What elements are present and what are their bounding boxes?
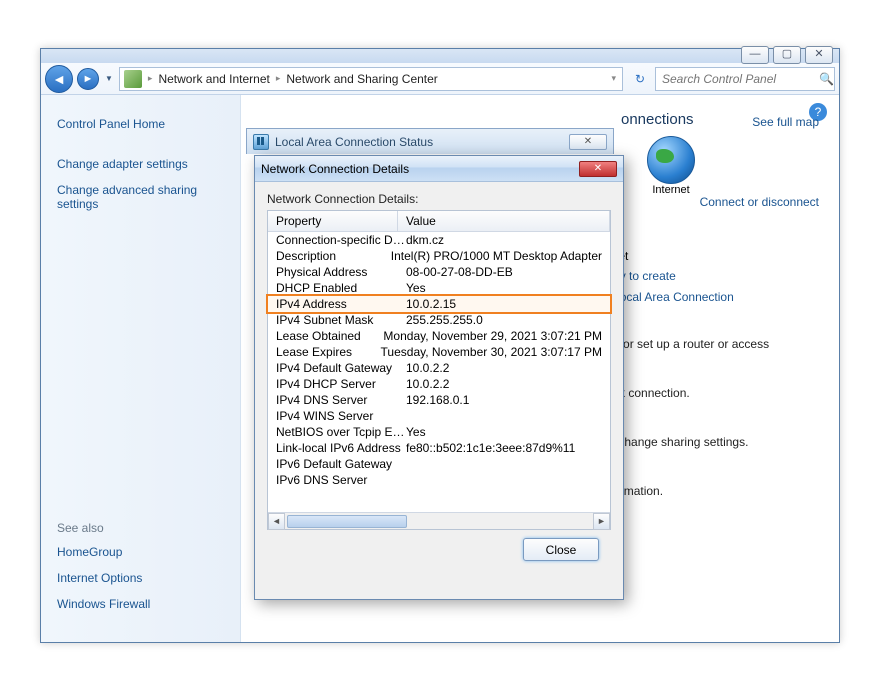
maximize-button[interactable]: [773, 46, 801, 64]
back-button[interactable]: ◄: [45, 65, 73, 93]
sidebar: Control Panel Home Change adapter settin…: [41, 95, 241, 642]
breadcrumb-item[interactable]: Network and Sharing Center: [282, 72, 441, 86]
horizontal-scrollbar[interactable]: ◄ ►: [268, 512, 610, 529]
internet-label: Internet: [647, 184, 695, 196]
breadcrumb-dropdown-icon[interactable]: ▾: [609, 73, 618, 84]
property-value: Yes: [406, 425, 602, 439]
control-panel-home-link[interactable]: Control Panel Home: [57, 111, 240, 137]
property-row[interactable]: Link-local IPv6 Addressfe80::b502:1c1e:3…: [268, 440, 610, 456]
chevron-right-icon: ▸: [146, 73, 155, 84]
property-row[interactable]: NetBIOS over Tcpip En...Yes: [268, 424, 610, 440]
property-row[interactable]: Connection-specific DN...dkm.cz: [268, 232, 610, 248]
internet-options-link[interactable]: Internet Options: [57, 565, 240, 591]
scroll-thumb[interactable]: [287, 515, 407, 528]
close-window-button[interactable]: [805, 46, 833, 64]
property-name: IPv4 DHCP Server: [276, 377, 406, 391]
property-name: IPv4 Subnet Mask: [276, 313, 406, 327]
property-name: DHCP Enabled: [276, 281, 406, 295]
property-name: Lease Obtained: [276, 329, 383, 343]
property-name: Lease Expires: [276, 345, 381, 359]
property-row[interactable]: Physical Address08-00-27-08-DD-EB: [268, 264, 610, 280]
property-name: IPv4 WINS Server: [276, 409, 406, 423]
property-value: [406, 457, 602, 471]
search-box[interactable]: 🔍: [655, 67, 835, 91]
property-row[interactable]: DescriptionIntel(R) PRO/1000 MT Desktop …: [268, 248, 610, 264]
property-grid-header: Property Value: [268, 211, 610, 232]
nav-history-dropdown[interactable]: ▼: [103, 74, 115, 83]
property-value: 10.0.2.2: [406, 377, 602, 391]
details-dialog: Network Connection Details ✕ Network Con…: [254, 155, 624, 600]
property-row[interactable]: IPv6 Default Gateway: [268, 456, 610, 472]
details-dialog-title: Network Connection Details: [261, 162, 579, 176]
details-dialog-close-x[interactable]: ✕: [579, 161, 617, 177]
property-name: Connection-specific DN...: [276, 233, 406, 247]
chevron-right-icon: ▸: [274, 73, 283, 84]
connection-icon: [253, 134, 269, 150]
windows-firewall-link[interactable]: Windows Firewall: [57, 591, 240, 617]
column-header-value[interactable]: Value: [398, 211, 610, 231]
property-value: Yes: [406, 281, 602, 295]
property-row[interactable]: DHCP EnabledYes: [268, 280, 610, 296]
scroll-right-button[interactable]: ►: [593, 513, 610, 530]
property-row[interactable]: IPv4 DHCP Server10.0.2.2: [268, 376, 610, 392]
column-header-property[interactable]: Property: [268, 211, 398, 231]
forward-button[interactable]: ►: [77, 68, 99, 90]
search-icon[interactable]: 🔍: [819, 72, 834, 86]
property-name: IPv6 DNS Server: [276, 473, 406, 487]
property-name: IPv4 DNS Server: [276, 393, 406, 407]
property-name: IPv6 Default Gateway: [276, 457, 406, 471]
status-dialog-close-button[interactable]: ✕: [569, 134, 607, 150]
property-value: fe80::b502:1c1e:3eee:87d9%11: [406, 441, 602, 455]
property-value: dkm.cz: [406, 233, 602, 247]
homegroup-link[interactable]: HomeGroup: [57, 539, 240, 565]
property-row[interactable]: IPv4 Subnet Mask255.255.255.0: [268, 312, 610, 328]
breadcrumb[interactable]: ▸ Network and Internet ▸ Network and Sha…: [119, 67, 623, 91]
property-row[interactable]: IPv4 Default Gateway10.0.2.2: [268, 360, 610, 376]
property-value: 192.168.0.1: [406, 393, 602, 407]
connect-disconnect-link[interactable]: Connect or disconnect: [700, 195, 819, 209]
property-value: [406, 473, 602, 487]
titlebar: [41, 49, 839, 63]
property-name: Link-local IPv6 Address: [276, 441, 406, 455]
property-row[interactable]: IPv4 WINS Server: [268, 408, 610, 424]
change-adapter-link[interactable]: Change adapter settings: [57, 151, 240, 177]
property-value: 255.255.255.0: [406, 313, 602, 327]
status-dialog-title: Local Area Connection Status: [275, 135, 569, 149]
property-row[interactable]: IPv6 DNS Server: [268, 472, 610, 488]
control-panel-icon: [124, 70, 142, 88]
property-row[interactable]: IPv4 DNS Server192.168.0.1: [268, 392, 610, 408]
navbar: ◄ ► ▼ ▸ Network and Internet ▸ Network a…: [41, 63, 839, 95]
close-button[interactable]: Close: [523, 538, 599, 561]
internet-globe-icon: [647, 136, 695, 184]
see-also-heading: See also: [57, 517, 240, 539]
property-value: 10.0.2.15: [406, 297, 602, 311]
status-dialog-titlebar: Local Area Connection Status ✕: [246, 128, 614, 154]
property-name: Physical Address: [276, 265, 406, 279]
property-row[interactable]: Lease ExpiresTuesday, November 30, 2021 …: [268, 344, 610, 360]
property-name: IPv4 Address: [276, 297, 406, 311]
property-row[interactable]: Lease ObtainedMonday, November 29, 2021 …: [268, 328, 610, 344]
property-value: Tuesday, November 30, 2021 3:07:17 PM: [381, 345, 602, 359]
details-dialog-titlebar: Network Connection Details ✕: [255, 156, 623, 182]
property-value: 10.0.2.2: [406, 361, 602, 375]
property-grid: Property Value Connection-specific DN...…: [267, 210, 611, 530]
property-name: NetBIOS over Tcpip En...: [276, 425, 406, 439]
scroll-left-button[interactable]: ◄: [268, 513, 285, 530]
details-label: Network Connection Details:: [267, 192, 611, 206]
change-advanced-sharing-link[interactable]: Change advanced sharing settings: [57, 177, 240, 217]
property-name: Description: [276, 249, 391, 263]
breadcrumb-item[interactable]: Network and Internet: [154, 72, 273, 86]
property-value: 08-00-27-08-DD-EB: [406, 265, 602, 279]
minimize-button[interactable]: [741, 46, 769, 64]
property-value: Intel(R) PRO/1000 MT Desktop Adapter: [391, 249, 602, 263]
property-value: Monday, November 29, 2021 3:07:21 PM: [383, 329, 602, 343]
property-value: [406, 409, 602, 423]
see-full-map-link[interactable]: See full map: [752, 115, 819, 129]
scroll-track[interactable]: [285, 513, 593, 529]
property-row[interactable]: IPv4 Address10.0.2.15: [268, 296, 610, 312]
refresh-button[interactable]: ↻: [629, 68, 651, 90]
search-input[interactable]: [662, 72, 819, 86]
local-area-connection-link[interactable]: Local Area Connection: [613, 290, 734, 304]
property-name: IPv4 Default Gateway: [276, 361, 406, 375]
